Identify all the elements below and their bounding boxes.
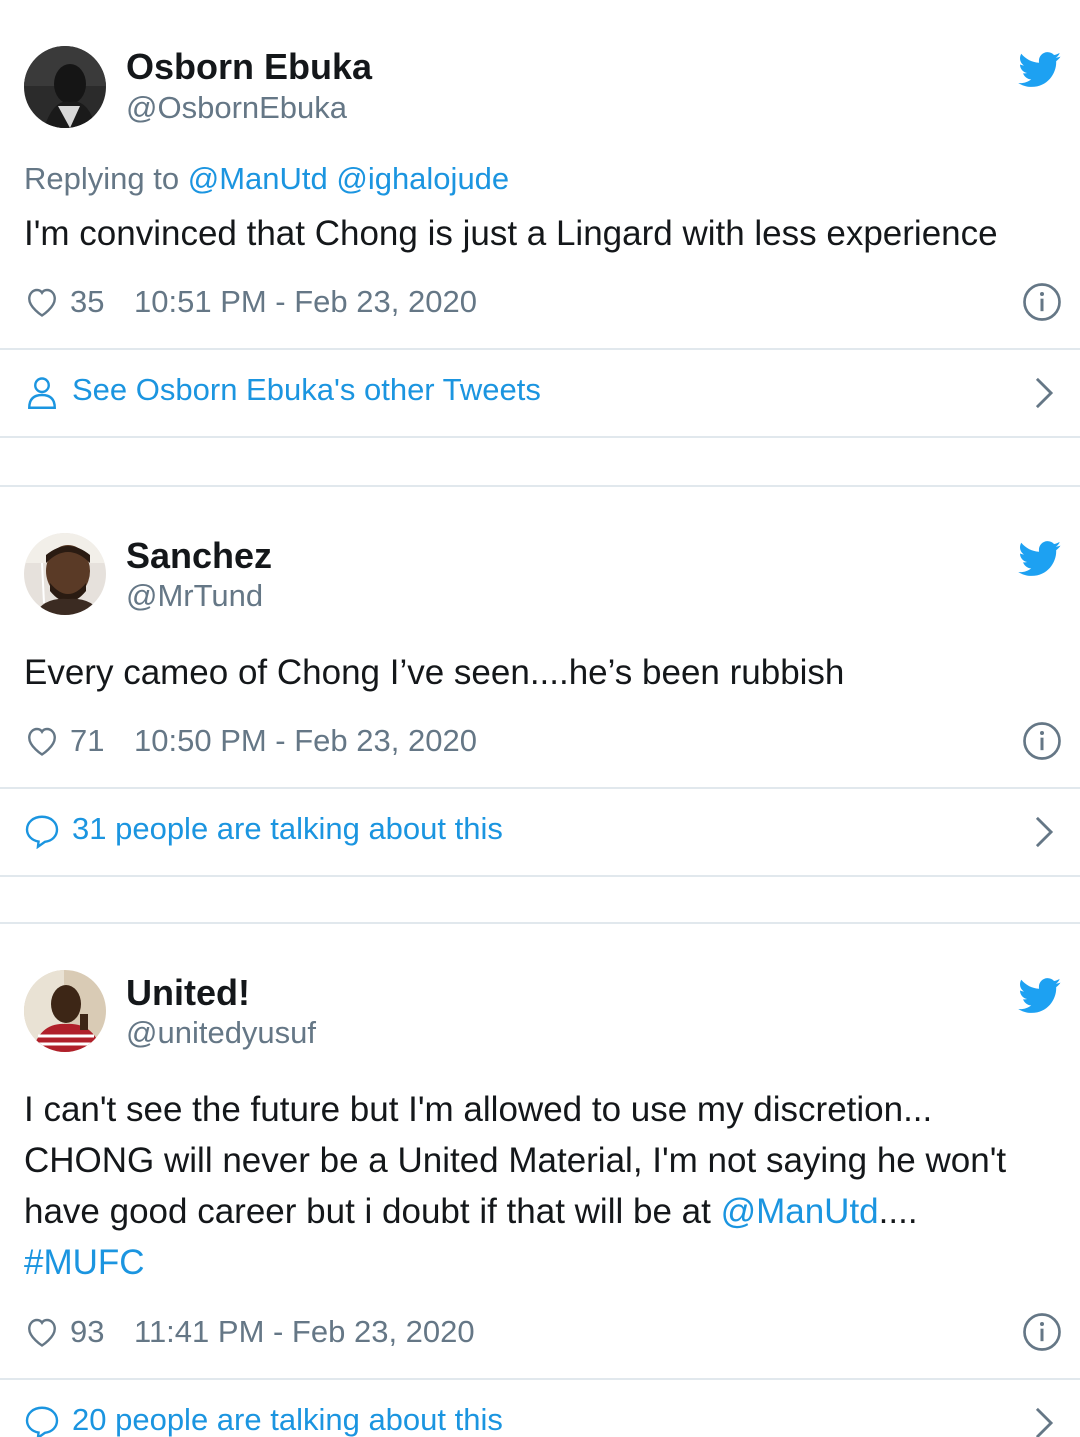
info-icon[interactable] xyxy=(1022,1312,1062,1352)
tweet-text-fragment: have good career but i doubt if that wil… xyxy=(24,1192,721,1231)
tweet-meta: 71 10:50 PM - Feb 23, 2020 xyxy=(24,721,1064,763)
user-handle[interactable]: @OsbornEbuka xyxy=(126,90,347,126)
heart-icon[interactable] xyxy=(24,284,60,320)
chevron-right-icon xyxy=(1035,377,1054,409)
timestamp[interactable]: 10:50 PM - Feb 23, 2020 xyxy=(134,723,477,759)
tweet-card-sanchez: Sanchez @MrTund Every cameo of Chong I’v… xyxy=(0,485,1080,877)
chevron-right-icon xyxy=(1035,1407,1054,1437)
like-count: 71 xyxy=(70,723,105,758)
info-icon[interactable] xyxy=(1022,721,1062,761)
speech-bubble-icon xyxy=(25,1406,59,1437)
tweet-meta: 93 11:41 PM - Feb 23, 2020 xyxy=(24,1312,1064,1354)
action-label: See Osborn Ebuka's other Tweets xyxy=(72,372,541,407)
avatar[interactable] xyxy=(24,970,106,1052)
avatar[interactable] xyxy=(24,533,106,615)
conversation-link[interactable]: 20 people are talking about this xyxy=(0,1380,1080,1437)
avatar[interactable] xyxy=(24,46,106,128)
tweet-text: I'm convinced that Chong is just a Linga… xyxy=(24,214,998,253)
conversation-link[interactable]: 31 people are talking about this xyxy=(0,789,1080,873)
timestamp[interactable]: 11:41 PM - Feb 23, 2020 xyxy=(134,1314,475,1350)
tweet-text: I can't see the future but I'm allowed t… xyxy=(24,1084,1044,1288)
twitter-bird-icon[interactable] xyxy=(1018,52,1062,88)
tweet-text: Every cameo of Chong I’ve seen....he’s b… xyxy=(24,653,845,692)
action-label: 20 people are talking about this xyxy=(72,1402,503,1437)
action-label: 31 people are talking about this xyxy=(72,811,503,846)
twitter-bird-icon[interactable] xyxy=(1018,541,1062,577)
speech-bubble-icon xyxy=(25,815,59,849)
heart-icon[interactable] xyxy=(24,723,60,759)
see-other-tweets-link[interactable]: See Osborn Ebuka's other Tweets xyxy=(0,350,1080,434)
info-icon[interactable] xyxy=(1022,282,1062,322)
timestamp[interactable]: 10:51 PM - Feb 23, 2020 xyxy=(134,284,477,320)
chevron-right-icon xyxy=(1035,816,1054,848)
display-name[interactable]: Osborn Ebuka xyxy=(126,46,372,88)
user-handle[interactable]: @unitedyusuf xyxy=(126,1015,316,1051)
like-count: 35 xyxy=(70,284,105,319)
tweet-card-united: United! @unitedyusuf I can't see the fut… xyxy=(0,922,1080,1437)
replying-to: Replying to @ManUtd @ighalojude xyxy=(24,161,509,197)
user-handle[interactable]: @MrTund xyxy=(126,578,263,614)
twitter-bird-icon[interactable] xyxy=(1018,978,1062,1014)
display-name[interactable]: Sanchez xyxy=(126,535,272,577)
tweet-meta: 35 10:51 PM - Feb 23, 2020 xyxy=(24,282,1064,324)
tweet-text-line: CHONG will never be a United Material, I… xyxy=(24,1141,1007,1180)
like-count: 93 xyxy=(70,1314,105,1349)
tweet-text-fragment: .... xyxy=(878,1192,918,1231)
tweet-text-line: have good career but i doubt if that wil… xyxy=(24,1186,1044,1237)
tweet-card-osborn: Osborn Ebuka @OsbornEbuka Replying to @M… xyxy=(0,0,1080,438)
tweet-text-line: I can't see the future but I'm allowed t… xyxy=(24,1090,933,1129)
person-icon xyxy=(28,377,56,409)
replying-prefix: Replying to xyxy=(24,161,180,196)
hashtag-link[interactable]: #MUFC xyxy=(24,1237,1044,1288)
replying-to-mentions[interactable]: @ManUtd @ighalojude xyxy=(188,161,509,196)
display-name[interactable]: United! xyxy=(126,972,250,1014)
heart-icon[interactable] xyxy=(24,1314,60,1350)
mention-link[interactable]: @ManUtd xyxy=(721,1192,879,1231)
